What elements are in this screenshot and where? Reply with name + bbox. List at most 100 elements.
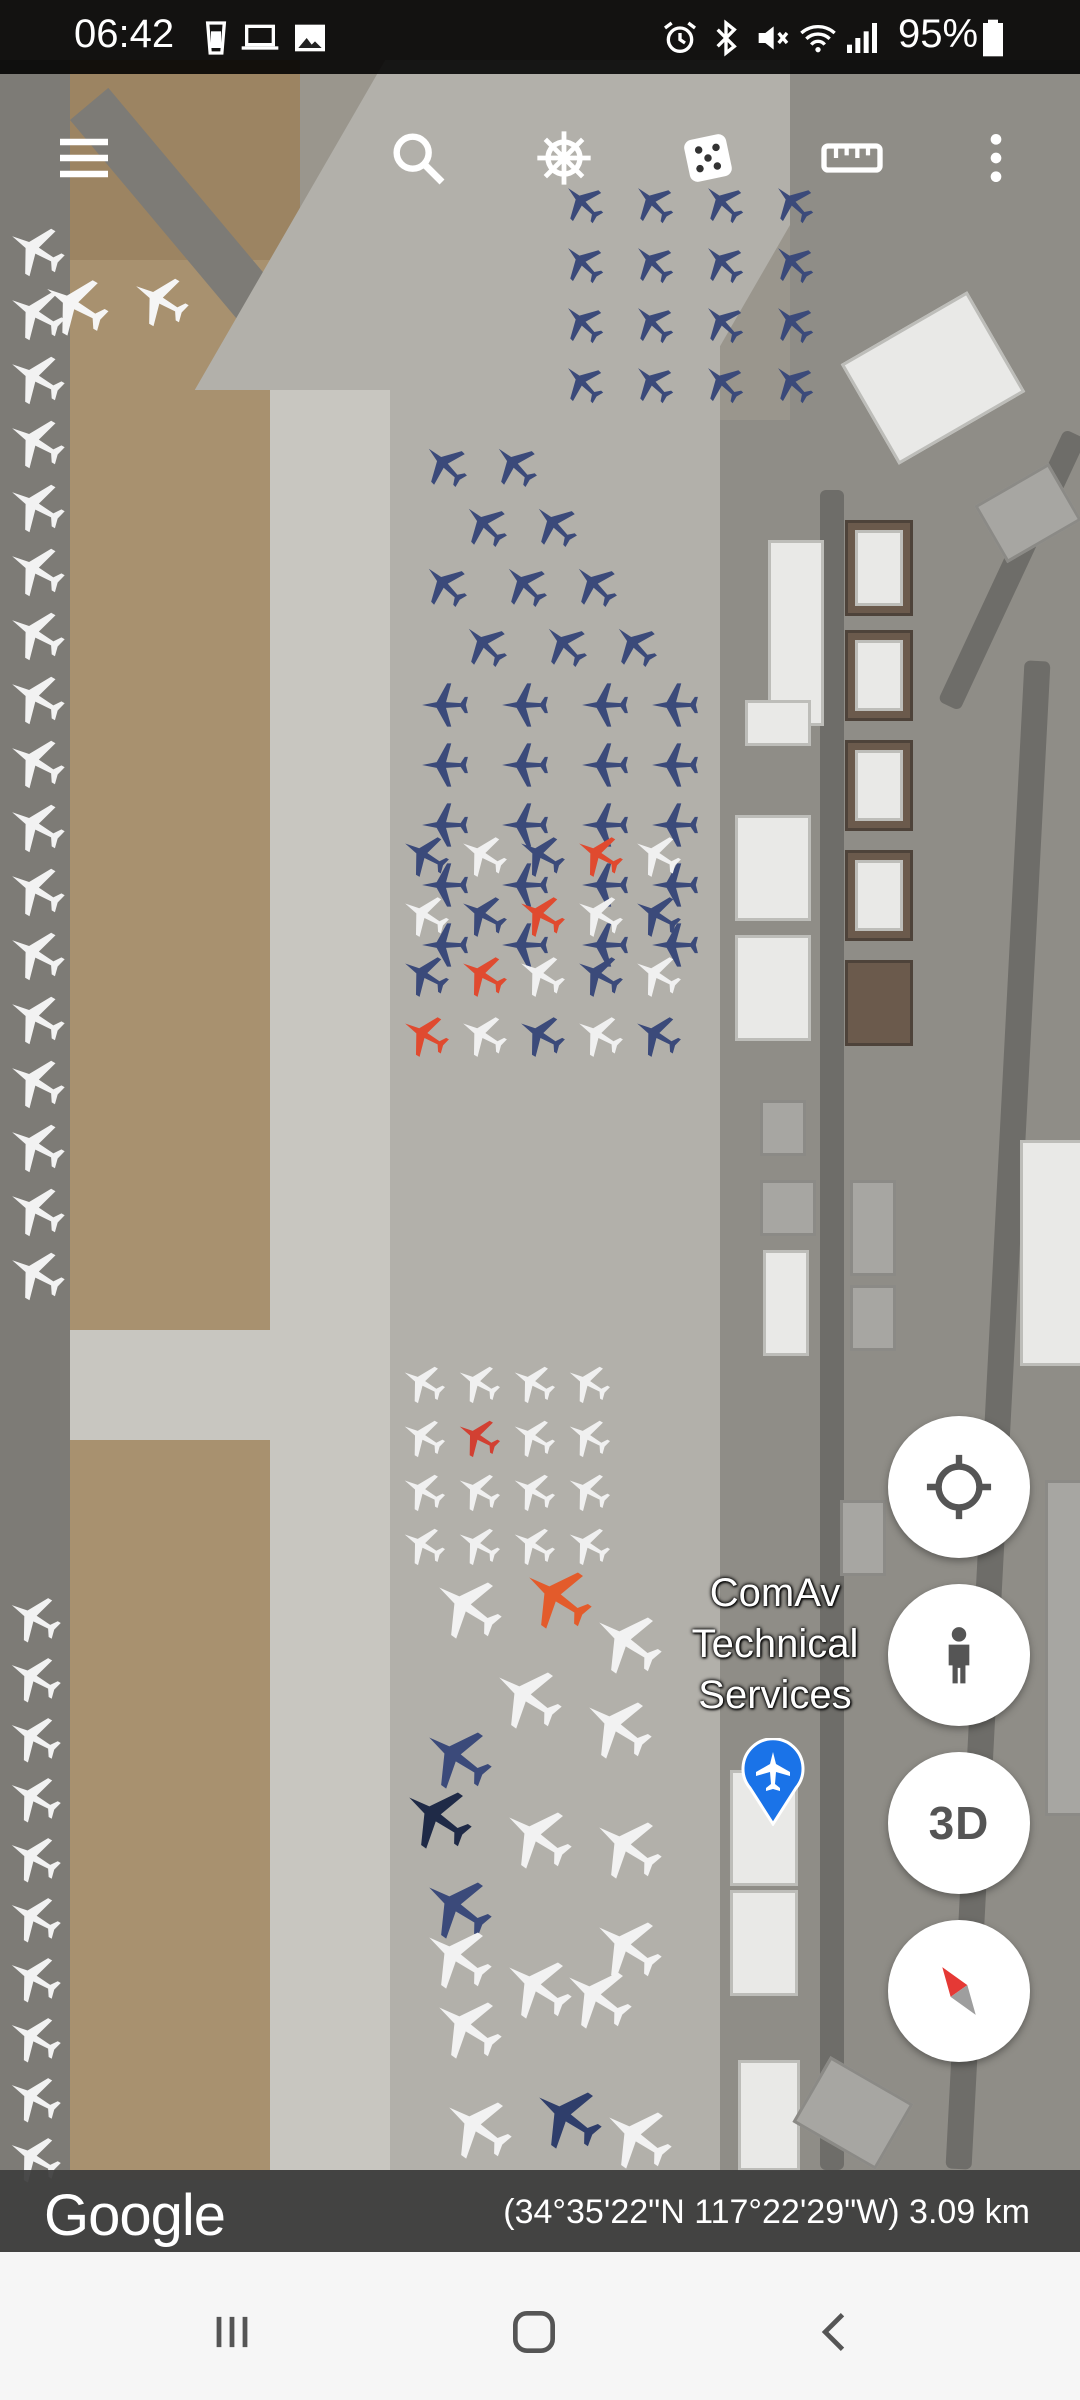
parked-airplane (6, 1950, 62, 2006)
parked-airplane (574, 890, 624, 940)
parked-airplane (6, 540, 66, 600)
street-view-button[interactable] (888, 1584, 1030, 1726)
parked-airplane (6, 412, 66, 472)
mute-icon (752, 18, 792, 58)
google-logo: Google (44, 2183, 226, 2248)
parked-airplane (400, 890, 450, 940)
parked-airplane (460, 500, 510, 550)
parked-airplane (6, 860, 66, 920)
parked-airplane (600, 2100, 674, 2174)
search-icon (393, 133, 445, 185)
feeling-lucky-button[interactable] (668, 118, 748, 198)
parked-airplane (650, 740, 700, 790)
parked-airplane (565, 1468, 611, 1514)
parked-airplane (516, 950, 566, 1000)
more-vert-icon (990, 134, 1002, 182)
parked-airplane (458, 1010, 508, 1060)
home-button[interactable] (504, 2302, 564, 2362)
parked-airplane (6, 348, 66, 408)
parked-airplane (590, 1605, 664, 1679)
parked-airplane (516, 890, 566, 940)
back-icon (821, 2312, 845, 2352)
parked-airplane (6, 1116, 66, 1176)
parked-airplane (500, 740, 550, 790)
parked-airplane (610, 620, 660, 670)
parked-airplane (510, 1360, 556, 1406)
parked-airplane (770, 180, 816, 226)
parked-airplane (400, 1360, 446, 1406)
more-options-button[interactable] (956, 118, 1036, 198)
search-button[interactable] (378, 118, 458, 198)
pegman-icon (948, 1627, 970, 1684)
place-label[interactable]: ComAv Technical Services (660, 1568, 890, 1721)
menu-button[interactable] (44, 118, 124, 198)
parked-airplane (6, 988, 66, 1048)
place-label-line: Technical (691, 1622, 859, 1666)
parked-airplane (630, 300, 676, 346)
status-bar: 06:42 95% (0, 0, 1080, 74)
parked-airplane (400, 830, 450, 880)
parked-airplane (700, 240, 746, 286)
recent-apps-button[interactable] (202, 2302, 262, 2362)
parked-airplane (458, 950, 508, 1000)
3d-toggle-button[interactable]: 3D (888, 1752, 1030, 1894)
parked-airplane (700, 360, 746, 406)
recent-apps-icon (216, 2316, 248, 2348)
parked-airplane (590, 1810, 664, 1884)
parked-airplane (400, 1780, 474, 1854)
parked-airplane (6, 1244, 66, 1304)
place-label-line: ComAv (709, 1571, 841, 1615)
parked-airplane (490, 1660, 564, 1734)
parked-airplane (630, 240, 676, 286)
parked-airplane (6, 1052, 66, 1112)
battery-icon (980, 18, 1006, 58)
parked-airplane (6, 1650, 62, 1706)
measure-button[interactable] (812, 118, 892, 198)
parked-airplane (400, 1414, 446, 1460)
3d-label: 3D (928, 1797, 990, 1849)
parked-airplane (520, 1560, 594, 1634)
parked-airplane (400, 1010, 450, 1060)
parked-airplane (650, 680, 700, 730)
menu-icon (60, 138, 108, 178)
parked-airplane (580, 1690, 654, 1764)
parked-airplane (700, 300, 746, 346)
parked-airplane (6, 476, 66, 536)
parked-airplane (632, 950, 682, 1000)
parked-airplane (420, 680, 470, 730)
parked-airplane (540, 620, 590, 670)
parked-airplane (40, 270, 110, 340)
parked-airplane (6, 732, 66, 792)
parked-airplane (130, 270, 190, 330)
parked-airplane (574, 950, 624, 1000)
laptop-icon (238, 18, 282, 58)
parked-airplane (6, 1830, 62, 1886)
satellite-map[interactable] (0, 0, 1080, 2252)
parked-airplane (490, 440, 540, 490)
parked-airplane (630, 360, 676, 406)
parked-airplane (6, 1180, 66, 1240)
wifi-icon (798, 18, 838, 58)
parked-airplane (770, 300, 816, 346)
compass-button[interactable] (888, 1920, 1030, 2062)
parked-airplane (560, 300, 606, 346)
parked-airplane (400, 950, 450, 1000)
back-button[interactable] (806, 2302, 866, 2362)
parked-airplane (500, 560, 550, 610)
airport-pin-icon[interactable] (740, 1737, 806, 1827)
parked-airplane (420, 440, 470, 490)
parked-airplane (500, 680, 550, 730)
parked-airplane (440, 2090, 514, 2164)
voyager-wheel-icon (537, 131, 591, 185)
image-icon (290, 18, 330, 58)
voyager-button[interactable] (524, 118, 604, 198)
parked-airplane (580, 740, 630, 790)
parked-airplane (574, 1010, 624, 1060)
compass-icon (942, 1967, 976, 2015)
parked-airplane (430, 1570, 504, 1644)
feeling-lucky-dice-icon (684, 134, 732, 182)
my-location-button[interactable] (888, 1416, 1030, 1558)
measure-ruler-icon (821, 143, 883, 173)
parked-airplane (580, 680, 630, 730)
parked-airplane (516, 1010, 566, 1060)
